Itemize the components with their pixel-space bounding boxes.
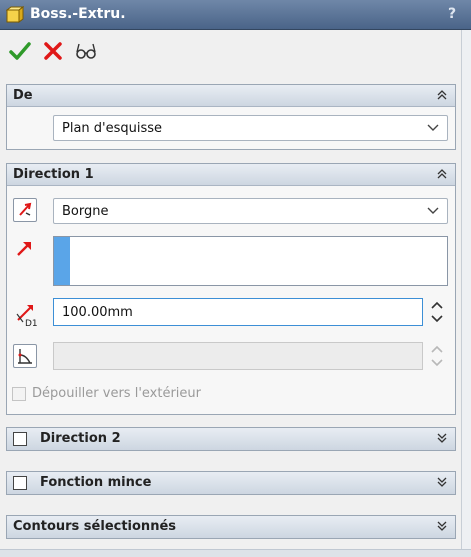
end-condition-value: Borgne [62, 204, 109, 219]
draft-outward-checkbox [12, 387, 26, 401]
from-start-condition-value: Plan d'esquisse [62, 121, 163, 136]
preview-glasses-icon[interactable] [74, 39, 98, 63]
from-panel-title: De [13, 88, 33, 103]
extrude-direction-arrow-icon [17, 242, 31, 256]
direction1-panel-header[interactable]: Direction 1 [7, 164, 455, 186]
action-bar [0, 30, 471, 74]
direction-reference-listbox[interactable] [53, 236, 448, 286]
expand-chevron-icon[interactable] [435, 519, 449, 533]
direction2-panel-header[interactable]: Direction 2 [7, 428, 455, 450]
expand-chevron-icon[interactable] [435, 431, 449, 445]
ok-check-icon[interactable] [8, 39, 32, 63]
vertical-scrollbar[interactable] [461, 30, 471, 557]
direction2-panel: Direction 2 [6, 427, 456, 451]
chevron-down-icon [427, 207, 439, 214]
draft-icon [18, 349, 32, 364]
from-panel-header[interactable]: De [7, 85, 455, 107]
depth-dimension-icon: D1 [16, 305, 38, 328]
cancel-x-icon[interactable] [41, 39, 65, 63]
thin-feature-panel-title: Fonction mince [40, 475, 152, 490]
reverse-direction-button[interactable] [13, 198, 37, 222]
draft-angle-spinner [431, 345, 443, 367]
selected-contours-panel: Contours sélectionnés [6, 515, 456, 539]
selected-contours-panel-title: Contours sélectionnés [13, 519, 177, 534]
window-title: Boss.-Extru. [30, 6, 126, 22]
direction1-panel-title: Direction 1 [13, 167, 94, 182]
direction2-panel-title: Direction 2 [40, 431, 121, 446]
selected-contours-panel-header[interactable]: Contours sélectionnés [7, 516, 455, 538]
expand-chevron-icon[interactable] [435, 475, 449, 489]
from-panel: De Plan d'esquisse [6, 84, 456, 150]
chevron-down-icon [427, 124, 439, 131]
depth-value: 100.00mm [62, 305, 133, 320]
direction1-panel: Direction 1 Borgne D1 100.00mm [6, 163, 456, 415]
thin-feature-panel-header[interactable]: Fonction mince [7, 472, 455, 494]
draft-angle-input [53, 342, 423, 370]
draft-outward-label: Dépouiller vers l'extérieur [32, 386, 201, 401]
help-button[interactable]: ? [441, 3, 463, 25]
thin-feature-checkbox[interactable] [13, 476, 27, 490]
listbox-selection-marker [54, 237, 70, 285]
thin-feature-panel: Fonction mince [6, 471, 456, 495]
end-condition-select[interactable]: Borgne [53, 198, 448, 224]
collapse-chevron-icon[interactable] [435, 88, 449, 102]
title-bar: Boss.-Extru. ? [0, 0, 471, 30]
direction2-checkbox[interactable] [13, 432, 27, 446]
collapse-chevron-icon[interactable] [435, 167, 449, 181]
reverse-direction-icon [19, 202, 32, 216]
draft-toggle-button[interactable] [13, 344, 37, 368]
from-start-condition-select[interactable]: Plan d'esquisse [53, 115, 448, 141]
svg-text:D1: D1 [25, 319, 38, 328]
extrude-feature-icon [6, 6, 24, 23]
depth-spinner[interactable] [429, 298, 445, 326]
depth-input[interactable]: 100.00mm [53, 298, 423, 326]
horizontal-scrollbar[interactable] [0, 549, 471, 557]
